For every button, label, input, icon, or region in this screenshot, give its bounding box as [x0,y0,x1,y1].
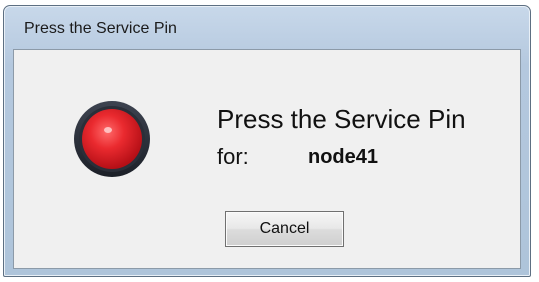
prompt-message: Press the Service Pin [217,104,466,134]
red-indicator-light-icon [74,101,150,177]
dialog-title: Press the Service Pin [24,20,177,37]
node-name: node41 [308,146,379,168]
title-bar[interactable]: Press the Service Pin [4,6,530,50]
service-pin-dialog: Press the Service Pin Press the Service … [3,5,531,277]
cancel-button[interactable]: Cancel [225,211,344,247]
dialog-content: Press the Service Pin for: node41 Cancel [13,49,521,269]
for-label: for: [217,144,249,169]
